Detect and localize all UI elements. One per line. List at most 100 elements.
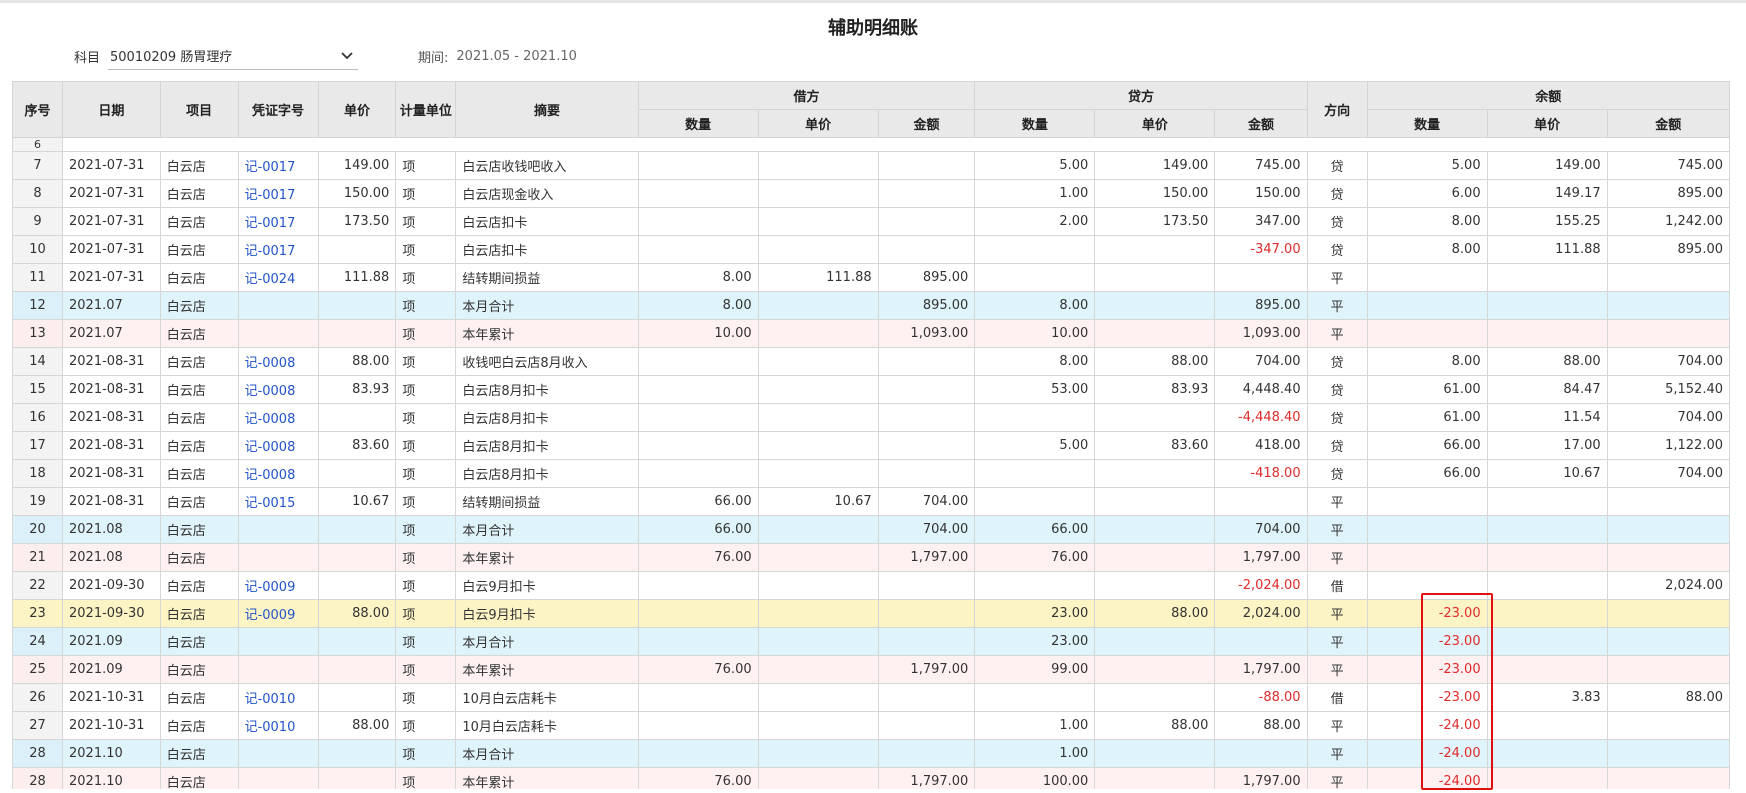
cell-item: 白云店 [159,459,239,488]
cell-direction: 平 [1306,739,1368,768]
cell-balance-price [1486,319,1608,348]
cell-unit: 项 [395,739,457,768]
table-row[interactable]: 9 2021-07-31 白云店 记-0017 173.50 项白云店扣卡 2.00 173.… [12,207,1730,236]
cell-voucher[interactable] [237,515,319,544]
table-row[interactable]: 8 2021-07-31 白云店 记-0017 150.00 项白云店现金收入 1.00 15… [12,179,1730,208]
row-seq: 9 [12,207,63,236]
cell-voucher[interactable]: 记-0010 [237,683,319,712]
cell-voucher[interactable]: 记-0008 [237,347,319,376]
cell-voucher[interactable]: 记-0008 [237,403,319,432]
cell-price [317,767,397,789]
header-seq[interactable]: 序号 [12,81,63,138]
cell-voucher[interactable]: 记-0017 [237,179,319,208]
cell-debit-qty [637,151,759,180]
cell-voucher[interactable]: 记-0008 [237,459,319,488]
table-row[interactable]: 13 2021.07 白云店项本年累计 10.00 1,093.00 10.00 1,093… [12,319,1730,348]
cell-voucher[interactable] [237,543,319,572]
table-row[interactable]: 28 2021.10 白云店 项本月合计 1.00 平 -24.00 [12,739,1730,768]
table-row[interactable]: 10 2021-07-31 白云店 记-0017 项白云店扣卡 -347.00 贷 8.00 1… [12,235,1730,264]
table-row[interactable]: 27 2021-10-31 白云店 记-0010 88.00 项 10月白云店耗卡 1.00 8… [12,711,1730,740]
cell-voucher[interactable] [237,767,319,789]
header-debit-price[interactable]: 单价 [757,109,879,138]
header-balance-qty[interactable]: 数量 [1366,109,1488,138]
cell-date: 2021-07-31 [62,151,161,180]
table-row[interactable]: 24 2021.09 白云店 项本月合计 23.00 平 -23.00 [12,627,1730,656]
table-row[interactable]: 25 2021.09 白云店项本年累计 76.00 1,797.00 99.00 1,797… [12,655,1730,684]
header-item[interactable]: 项目 [159,81,239,138]
cell-balance-qty: 6.00 [1366,179,1488,208]
period-label: 期间: [418,50,449,66]
header-credit-price[interactable]: 单价 [1094,109,1216,138]
cell-date: 2021-09-30 [62,571,161,600]
table-row[interactable]: 17 2021-08-31 白云店 记-0008 83.60 项白云店8月扣卡 5.00 83… [12,431,1730,460]
cell-voucher[interactable] [237,319,319,348]
cell-voucher[interactable]: 记-0008 [237,375,319,404]
cell-voucher[interactable]: 记-0017 [237,151,319,180]
cell-price [317,235,397,264]
header-voucher[interactable]: 凭证字号 [237,81,319,138]
header-credit-qty[interactable]: 数量 [974,109,1096,138]
cell-unit: 项 [395,375,457,404]
cell-voucher[interactable] [237,655,319,684]
table-row[interactable]: 22 2021-09-30 白云店 记-0009 项白云9月扣卡 -2,024.00 借 2,… [12,571,1730,600]
header-debit-qty[interactable]: 数量 [637,109,759,138]
table-row[interactable]: 15 2021-08-31 白云店 记-0008 83.93 项白云店8月扣卡 53.00 8… [12,375,1730,404]
header-unit[interactable]: 计量单位 [395,81,457,138]
row-seq: 28 [12,767,63,789]
cell-credit-price [1094,263,1216,292]
cell-balance-qty: 66.00 [1366,431,1488,460]
cell-item: 白云店 [159,767,239,789]
table-row[interactable]: 16 2021-08-31 白云店 记-0008 项白云店8月扣卡 -4,448.40 贷 6… [12,403,1730,432]
cell-voucher[interactable] [237,291,319,320]
table-row[interactable]: 20 2021.08 白云店项本月合计 66.00 704.00 66.00 704.00 平 [12,515,1730,544]
header-credit-amount[interactable]: 金额 [1214,109,1308,138]
cell-balance-amount [1606,263,1730,292]
header-debit-amount[interactable]: 金额 [877,109,976,138]
cell-voucher[interactable]: 记-0009 [237,571,319,600]
cell-unit: 项 [395,627,457,656]
row-seq: 8 [12,179,63,208]
cell-date: 2021-10-31 [62,683,161,712]
cell-voucher[interactable]: 记-0008 [237,431,319,460]
cell-voucher[interactable]: 记-0017 [237,207,319,236]
cell-debit-amount: 1,093.00 [877,319,976,348]
header-summary[interactable]: 摘要 [455,81,639,138]
table-row[interactable]: 18 2021-08-31 白云店 记-0008 项白云店8月扣卡 -418.00 贷 66.… [12,459,1730,488]
header-date[interactable]: 日期 [62,81,161,138]
cell-voucher[interactable]: 记-0009 [237,599,319,628]
header-balance-price[interactable]: 单价 [1486,109,1608,138]
table-row[interactable]: 14 2021-08-31 白云店 记-0008 88.00 项收钱吧白云店8月收入 8.0… [12,347,1730,376]
cell-voucher[interactable]: 记-0010 [237,711,319,740]
cell-voucher[interactable] [237,627,319,656]
cell-voucher[interactable]: 记-0017 [237,235,319,264]
cell-balance-price [1486,711,1608,740]
subject-select[interactable]: 50010209 肠胃理疗 [108,42,359,70]
header-direction[interactable]: 方向 [1306,81,1368,138]
table-row[interactable]: 19 2021-08-31 白云店 记-0015 10.67 项结转期间损益 66.00 10… [12,487,1730,516]
cell-voucher[interactable]: 记-0024 [237,263,319,292]
cell-unit: 项 [395,571,457,600]
header-balance-amount[interactable]: 金额 [1606,109,1730,138]
cell-credit-qty: 10.00 [974,319,1096,348]
cell-credit-qty: 8.00 [974,291,1096,320]
cell-debit-amount [877,711,976,740]
cell-debit-price [757,655,879,684]
table-header: 序号 日期 项目 凭证字号 单价 计量单位 摘要 借方 贷方 方向 余额 数量 … [12,81,1730,138]
table-row[interactable]: 23 2021-09-30 白云店 记-0009 88.00 项白云9月扣卡 23.00 88… [12,599,1730,628]
header-price[interactable]: 单价 [317,81,397,138]
cell-direction: 平 [1306,319,1368,348]
cell-voucher[interactable] [237,739,319,768]
table-row[interactable]: 26 2021-10-31 白云店 记-0010 项 10月白云店耗卡 -88.00 借 -23… [12,683,1730,712]
table-row[interactable]: 7 2021-07-31 白云店 记-0017 149.00 项白云店收钱吧收入 5.00 1… [12,151,1730,180]
table-row[interactable]: 12 2021.07 白云店项本月合计 8.00 895.00 8.00 895.00 平 [12,291,1730,320]
table-row[interactable]: 21 2021.08 白云店项本年累计 76.00 1,797.00 76.00 1,797… [12,543,1730,572]
cell-debit-price [757,543,879,572]
cell-date: 2021-08-31 [62,375,161,404]
cell-debit-price [757,375,879,404]
cell-voucher[interactable]: 记-0015 [237,487,319,516]
ledger-table-container[interactable]: 序号 日期 项目 凭证字号 单价 计量单位 摘要 借方 贷方 方向 余额 数量 … [12,81,1730,789]
cell-price [317,515,397,544]
table-row[interactable]: 11 2021-07-31 白云店 记-0024 111.88 项结转期间损益 8.00 11… [12,263,1730,292]
table-row[interactable]: 28 2021.10 白云店项本年累计 76.00 1,797.00 100.00 1,79… [12,767,1730,789]
cell-item: 白云店 [159,319,239,348]
